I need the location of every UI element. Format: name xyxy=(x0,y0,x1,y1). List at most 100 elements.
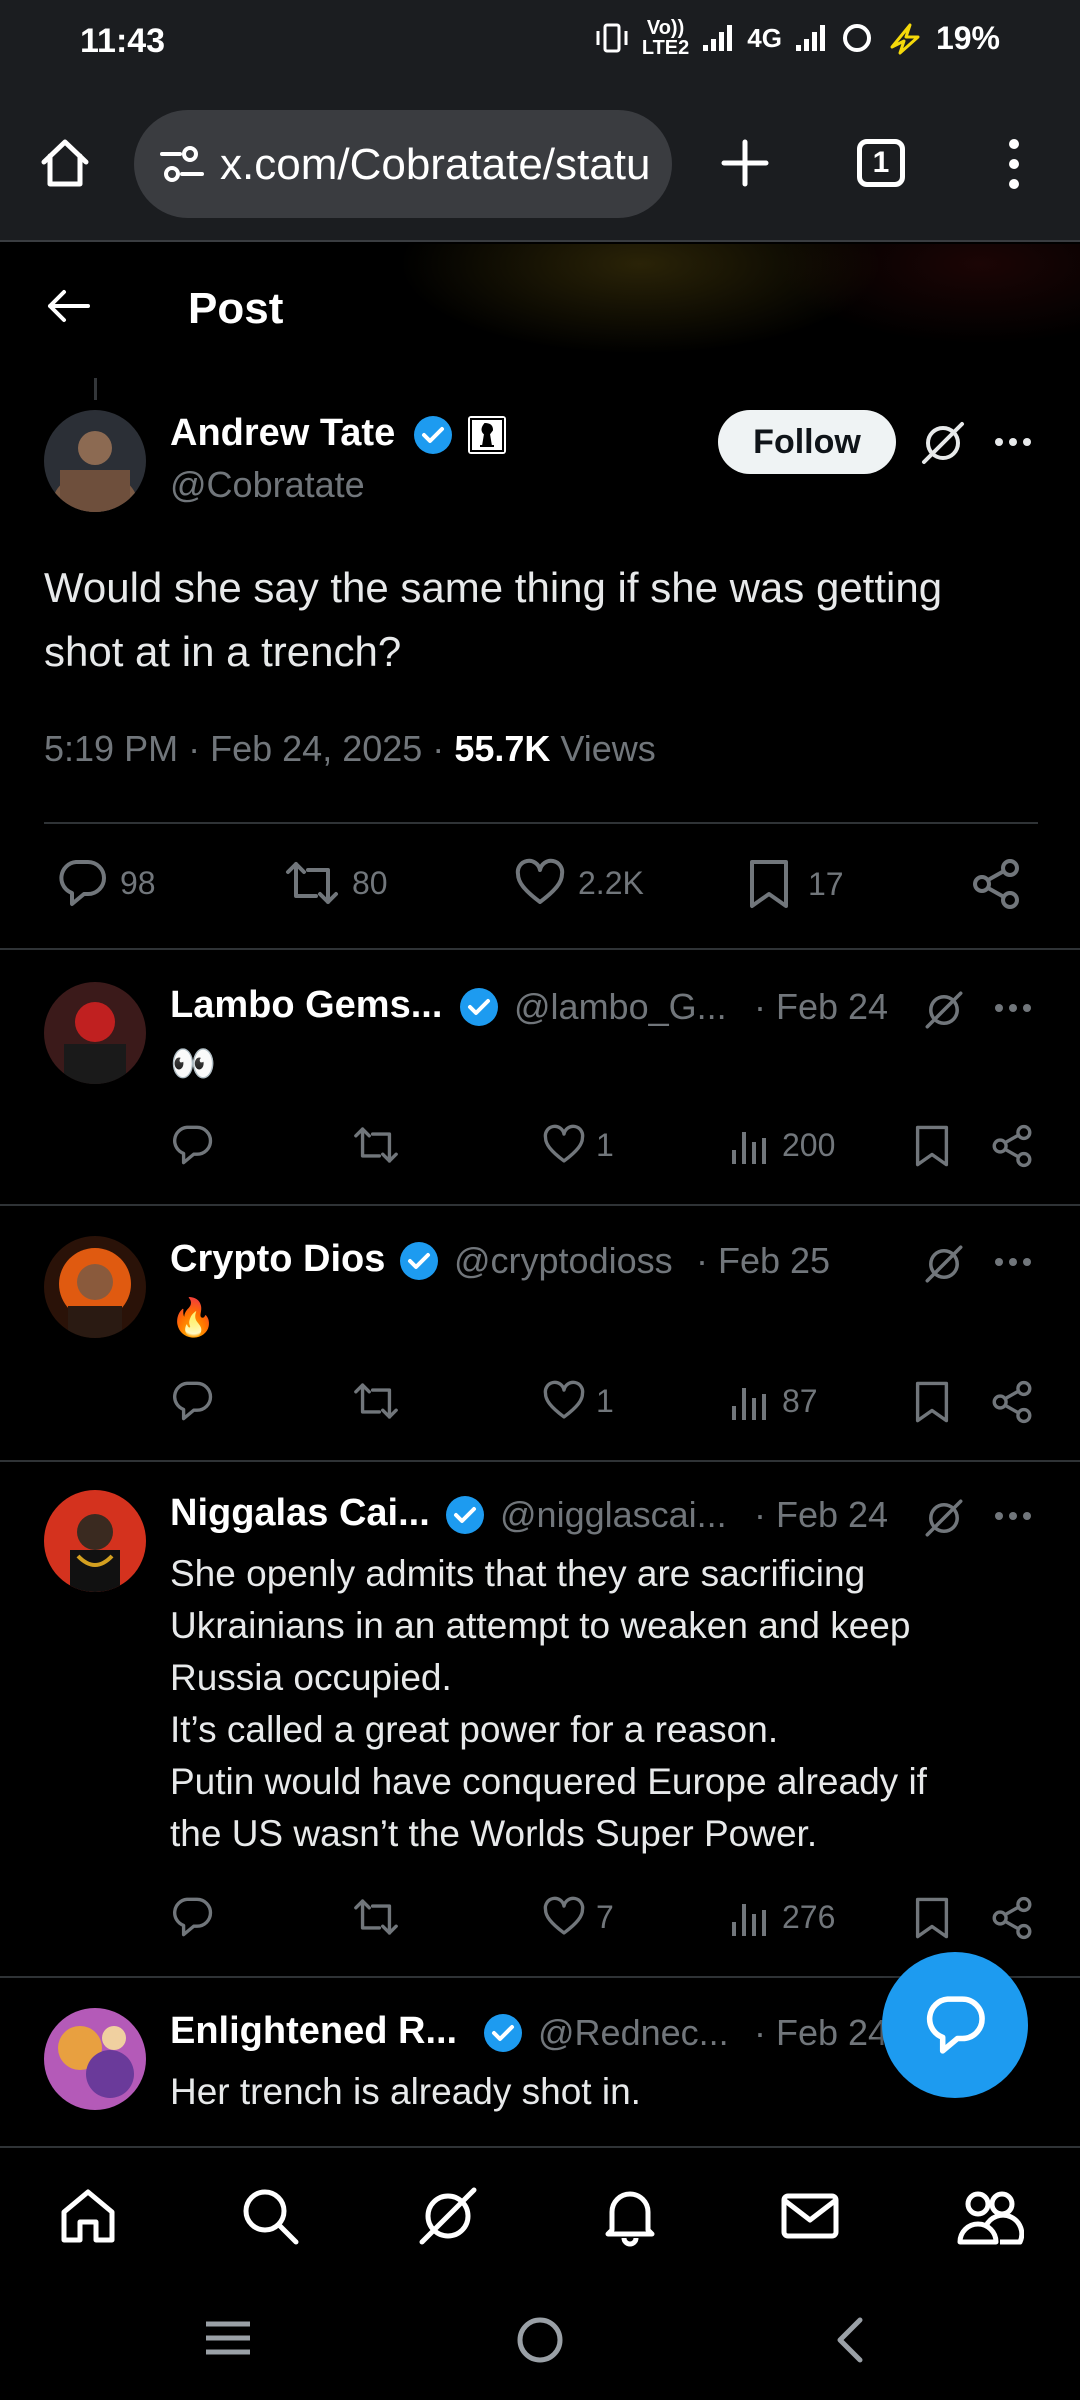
like-count: 2.2K xyxy=(578,864,644,901)
like-count: 1 xyxy=(596,1382,614,1419)
reply-action[interactable]: 98 xyxy=(56,858,156,908)
reply-author-handle[interactable]: @cryptodioss xyxy=(454,1240,673,1282)
address-bar[interactable]: x.com/Cobratate/statu xyxy=(134,110,672,218)
bookmark-icon[interactable] xyxy=(914,1380,950,1424)
views-label: Views xyxy=(560,728,656,769)
recent-apps-icon[interactable] xyxy=(202,2316,254,2360)
messages-icon[interactable] xyxy=(778,2184,842,2248)
views-count: 55.7K xyxy=(454,728,551,769)
views-icon xyxy=(732,1388,766,1420)
post-time[interactable]: 5:19 PM xyxy=(44,728,178,769)
grok-icon[interactable] xyxy=(922,1496,966,1540)
divider xyxy=(0,1460,1080,1462)
reply-author-handle[interactable]: @lambo_G... xyxy=(514,986,727,1028)
reply-date[interactable]: · Feb 24 xyxy=(754,2012,888,2054)
post-date[interactable]: Feb 24, 2025 xyxy=(210,728,422,769)
divider xyxy=(0,948,1080,950)
share-icon[interactable] xyxy=(990,1380,1034,1424)
reply-text: Her trench is already shot in. xyxy=(170,2071,641,2112)
network-type: 4G xyxy=(747,22,782,53)
avatar[interactable] xyxy=(44,982,146,1084)
reply-author-name[interactable]: Lambo Gems... xyxy=(170,984,442,1027)
separator: · xyxy=(188,728,201,769)
grok-icon[interactable] xyxy=(922,1242,966,1286)
views-count: 87 xyxy=(782,1382,818,1419)
grok-icon[interactable] xyxy=(416,2184,480,2248)
vibrate-icon xyxy=(596,23,628,53)
reply-date[interactable]: · Feb 25 xyxy=(696,1240,830,1282)
more-icon[interactable] xyxy=(993,1256,1033,1268)
reply-author-handle[interactable]: @Rednec... xyxy=(538,2012,729,2054)
repost-icon xyxy=(286,862,338,904)
avatar[interactable] xyxy=(44,410,146,512)
search-icon[interactable] xyxy=(238,2184,302,2248)
share-icon[interactable] xyxy=(990,1124,1034,1168)
page-title: Post xyxy=(188,284,284,333)
avatar[interactable] xyxy=(44,2008,146,2110)
browser-menu-icon[interactable] xyxy=(1000,138,1028,190)
like-action[interactable]: 1 xyxy=(542,1124,614,1166)
reply-author-name[interactable]: Crypto Dios xyxy=(170,1238,385,1281)
repost-icon[interactable] xyxy=(352,1896,400,1938)
bookmark-action[interactable]: 17 xyxy=(748,858,844,910)
follow-button[interactable]: Follow xyxy=(718,410,896,474)
url-text[interactable]: x.com/Cobratate/statu xyxy=(220,140,650,190)
verified-badge-icon xyxy=(458,986,500,1028)
home-icon[interactable] xyxy=(56,2184,120,2248)
avatar[interactable] xyxy=(44,1236,146,1338)
reply-icon[interactable] xyxy=(170,1124,214,1166)
reply-date[interactable]: · Feb 24 xyxy=(754,986,888,1028)
like-icon xyxy=(515,858,565,904)
communities-icon[interactable] xyxy=(956,2184,1024,2248)
like-icon xyxy=(543,1380,585,1419)
home-circle-icon[interactable] xyxy=(514,2314,566,2366)
back-icon[interactable] xyxy=(832,2316,868,2364)
reply-author-name[interactable]: Enlightened R... xyxy=(170,2010,457,2053)
repost-action[interactable]: 80 xyxy=(284,858,388,908)
bookmark-icon[interactable] xyxy=(914,1896,950,1940)
back-arrow-icon[interactable] xyxy=(44,286,92,326)
battery-percent: 19% xyxy=(935,19,1000,56)
home-icon[interactable] xyxy=(36,134,94,192)
grok-icon[interactable] xyxy=(922,988,966,1032)
author-name[interactable]: Andrew Tate xyxy=(170,412,395,455)
post-header xyxy=(0,244,1080,374)
like-action[interactable]: 7 xyxy=(542,1896,614,1938)
reply-count: 98 xyxy=(120,864,156,901)
reply-icon[interactable] xyxy=(170,1896,214,1938)
notifications-icon[interactable] xyxy=(598,2184,662,2248)
repost-icon[interactable] xyxy=(352,1380,400,1422)
more-icon[interactable] xyxy=(993,436,1033,448)
views-action[interactable]: 200 xyxy=(730,1124,835,1166)
share-icon[interactable] xyxy=(990,1896,1034,1940)
avatar[interactable] xyxy=(44,1490,146,1592)
share-icon[interactable] xyxy=(970,858,1022,910)
bottom-nav xyxy=(0,2146,1080,2286)
new-tab-icon[interactable] xyxy=(718,136,772,190)
reply-date[interactable]: · Feb 24 xyxy=(754,1494,888,1536)
more-icon[interactable] xyxy=(993,1510,1033,1522)
views-action[interactable]: 87 xyxy=(730,1380,818,1422)
bookmark-icon[interactable] xyxy=(914,1124,950,1168)
like-action[interactable]: 1 xyxy=(542,1380,614,1422)
like-action[interactable]: 2.2K xyxy=(514,858,644,908)
views-action[interactable]: 276 xyxy=(730,1896,835,1938)
views-count: 200 xyxy=(782,1126,836,1163)
reply-text: She openly admits that they are sacrific… xyxy=(170,1548,1050,1860)
repost-icon[interactable] xyxy=(352,1124,400,1166)
reply-icon[interactable] xyxy=(170,1380,214,1422)
reply-author-name[interactable]: Niggalas Cai... xyxy=(170,1492,430,1535)
views-icon xyxy=(732,1132,766,1164)
grok-icon[interactable] xyxy=(918,418,968,468)
more-icon[interactable] xyxy=(993,1002,1033,1014)
status-time: 11:43 xyxy=(80,22,166,60)
post-meta: 5:19 PM · Feb 24, 2025 · 55.7K Views xyxy=(44,728,656,770)
signal-icon xyxy=(703,25,733,51)
compose-reply-button[interactable] xyxy=(882,1952,1028,2098)
divider xyxy=(0,1204,1080,1206)
site-settings-icon[interactable] xyxy=(160,144,204,184)
tab-switcher-icon[interactable]: 1 xyxy=(857,139,905,187)
reply-text-line: Putin would have conquered Europe alread… xyxy=(170,1761,927,1802)
reply-author-handle[interactable]: @nigglascai... xyxy=(500,1494,727,1536)
author-handle[interactable]: @Cobratate xyxy=(170,464,365,506)
